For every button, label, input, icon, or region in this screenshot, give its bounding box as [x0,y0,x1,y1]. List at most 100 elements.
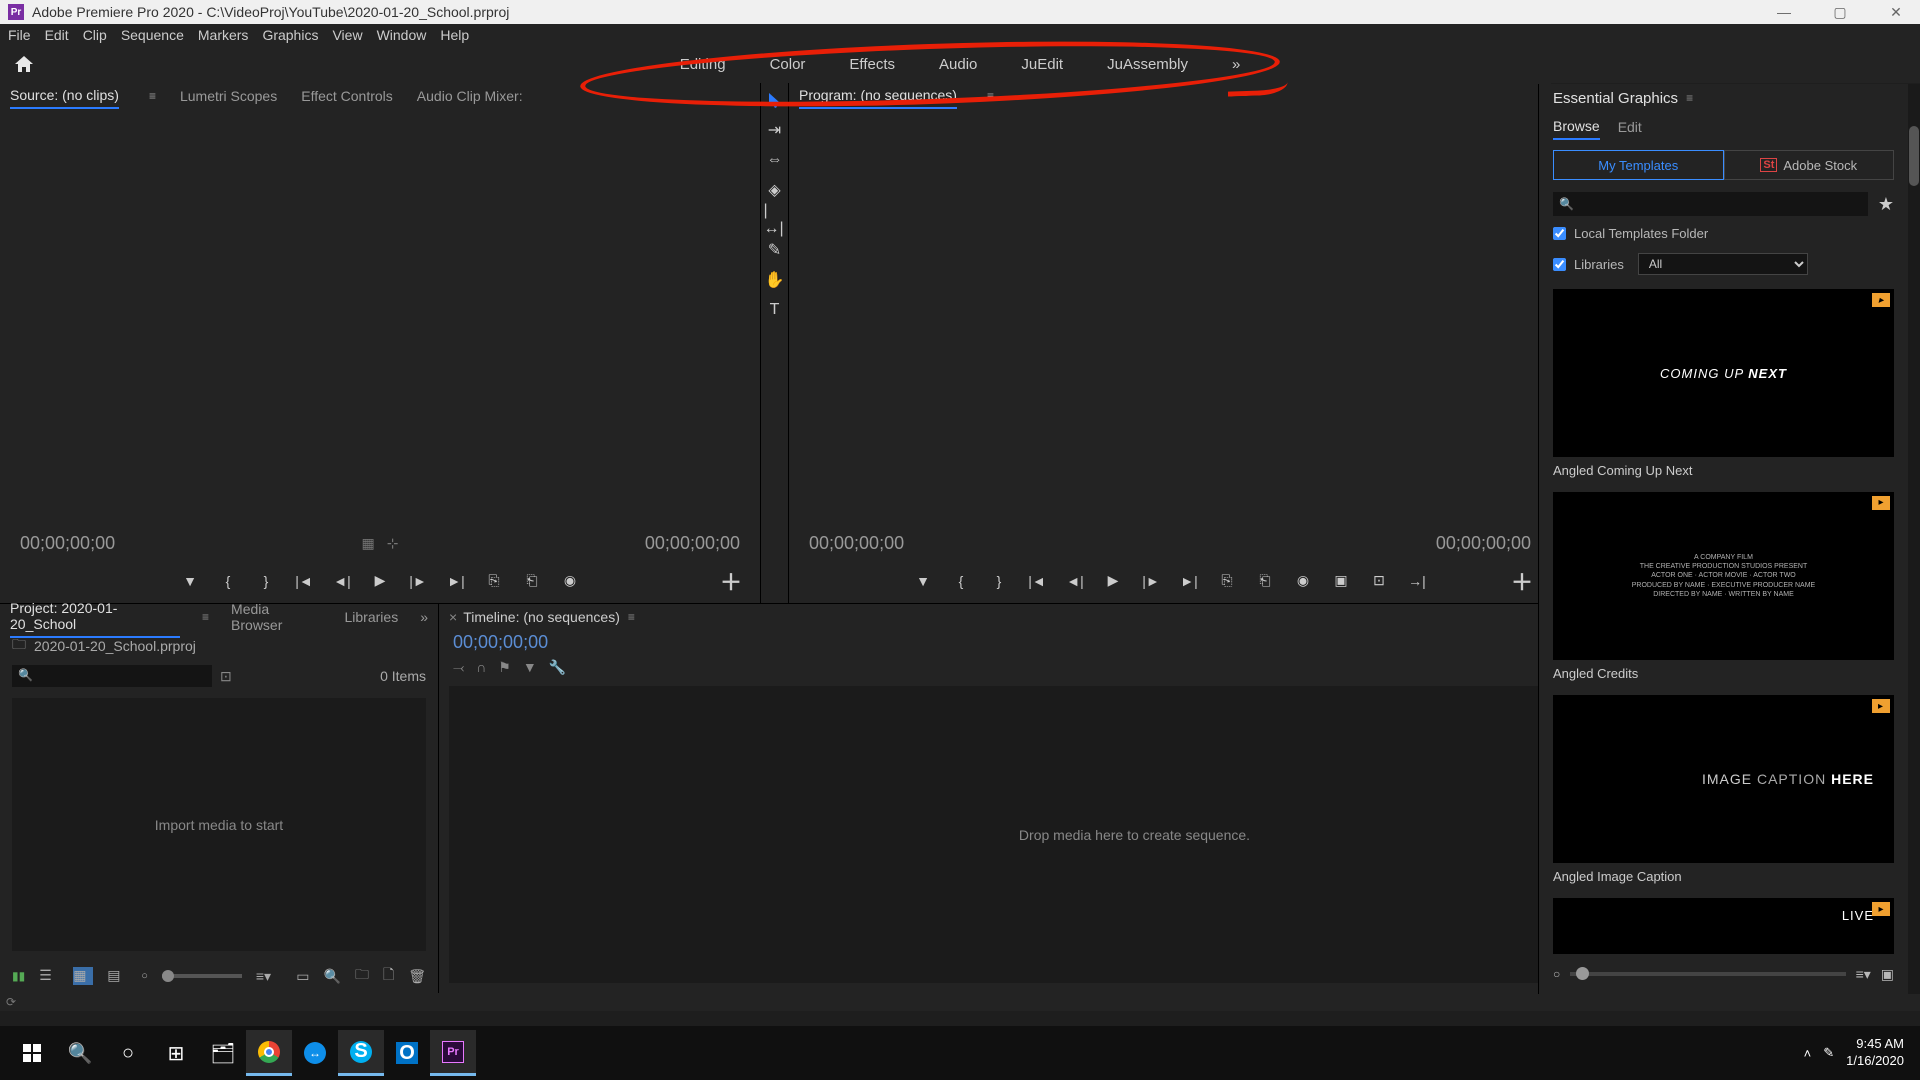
play-button[interactable]: ▶ [369,570,391,592]
menu-view[interactable]: View [332,27,362,43]
export-frame-button[interactable]: ◉ [1292,570,1314,592]
start-button[interactable] [8,1030,56,1076]
freeform-view-button[interactable]: ▤ [107,967,127,985]
icon-view-button[interactable]: ▦ [73,967,93,985]
step-fwd-button[interactable]: |► [1140,570,1162,592]
go-in-button[interactable]: |◄ [293,570,315,592]
new-layer-icon[interactable]: ▣ [1881,966,1894,983]
sort-icon[interactable]: ≡▾ [1856,966,1871,983]
snap-icon[interactable]: ⤙ [453,659,464,676]
workspace-overflow[interactable]: » [1210,46,1262,83]
menu-sequence[interactable]: Sequence [121,27,184,43]
template-item[interactable]: COMING UP NEXT▸ Angled Coming Up Next [1553,289,1894,488]
export-frame-button[interactable]: ◉ [559,570,581,592]
out-point-button[interactable]: } [255,570,277,592]
favorites-icon[interactable]: ★ [1878,194,1894,215]
tab-program[interactable]: Program: (no sequences) [799,83,957,109]
out-point-button[interactable]: } [988,570,1010,592]
check-local-templates[interactable] [1553,227,1566,240]
search-button[interactable]: 🔍 [56,1030,104,1076]
eg-source-adobe-stock[interactable]: St Adobe Stock [1724,150,1895,180]
settings-icon[interactable]: ⊹ [387,535,399,552]
btn1[interactable]: →| [1406,570,1428,592]
libraries-select[interactable]: All [1638,253,1808,275]
cortana-button[interactable]: ○ [104,1030,152,1076]
find-icon[interactable]: ⊡ [220,668,232,685]
menu-markers[interactable]: Markers [198,27,249,43]
pen-tool[interactable]: ✎ [764,239,786,261]
razor-tool[interactable]: ◈ [764,179,786,201]
overwrite-button[interactable]: ⎗ [521,570,543,592]
marker-button[interactable]: ▼ [179,570,201,592]
panel-menu-icon[interactable]: ≡ [987,89,994,103]
workspace-editing[interactable]: Editing [658,46,748,83]
track-select-tool[interactable]: ⇥ [764,119,786,141]
tab-timeline[interactable]: Timeline: (no sequences) [463,609,620,625]
go-out-button[interactable]: ►| [445,570,467,592]
fit-icon[interactable]: ▦ [362,535,375,552]
wrench-icon[interactable]: 🔧 [549,659,566,676]
task-view-button[interactable]: ⊞ [152,1030,200,1076]
eg-source-my-templates[interactable]: My Templates [1553,150,1724,180]
check-libraries[interactable] [1553,258,1566,271]
marker-button[interactable]: ▼ [912,570,934,592]
go-in-button[interactable]: |◄ [1026,570,1048,592]
lift-button[interactable]: ⎘ [1216,570,1238,592]
sort-icon[interactable]: ≡▾ [256,968,271,985]
tab-libraries[interactable]: Libraries [345,605,399,629]
tab-lumetri-scopes[interactable]: Lumetri Scopes [180,84,277,108]
button-editor[interactable]: ＋ [720,565,742,597]
workspace-audio[interactable]: Audio [917,46,999,83]
find-icon[interactable]: 🔍 [324,968,341,985]
source-monitor[interactable] [0,109,760,528]
panel-menu-icon[interactable]: ≡ [628,610,635,624]
workspace-color[interactable]: Color [748,46,828,83]
taskbar-skype[interactable]: S [338,1030,384,1076]
maximize-button[interactable]: ▢ [1824,4,1856,21]
insert-button[interactable]: ⎘ [483,570,505,592]
eg-zoom-slider[interactable] [1570,972,1845,976]
automate-icon[interactable]: ▭ [296,968,309,985]
safe-margins-button[interactable]: ⊡ [1368,570,1390,592]
taskbar-teamviewer[interactable]: ↔ [292,1030,338,1076]
slip-tool[interactable]: |↔| [764,209,786,231]
minimize-button[interactable]: — [1768,4,1800,21]
home-button[interactable] [12,52,36,76]
project-bin-area[interactable]: Import media to start [12,698,426,951]
play-button[interactable]: ▶ [1102,570,1124,592]
menu-help[interactable]: Help [440,27,469,43]
tab-effect-controls[interactable]: Effect Controls [301,84,393,108]
menu-clip[interactable]: Clip [83,27,107,43]
menu-window[interactable]: Window [377,27,427,43]
tray-overflow-icon[interactable]: ˄ [1804,1046,1812,1061]
program-monitor[interactable] [789,109,1551,528]
step-fwd-button[interactable]: |► [407,570,429,592]
close-tab-icon[interactable]: × [449,609,457,625]
rw-icon[interactable]: ▮▮ [12,969,25,983]
tab-source[interactable]: Source: (no clips) [10,83,119,109]
tray-pen-icon[interactable]: ✎ [1823,1045,1834,1061]
close-button[interactable]: ✕ [1880,4,1912,21]
list-view-button[interactable]: ☰ [39,967,59,985]
eg-search-input[interactable] [1553,192,1868,216]
eg-tab-browse[interactable]: Browse [1553,114,1600,140]
taskbar-outlook[interactable]: O [384,1030,430,1076]
panel-menu-icon[interactable]: ≡ [149,89,156,103]
menu-file[interactable]: File [8,27,31,43]
comparison-button[interactable]: ▣ [1330,570,1352,592]
taskbar-chrome[interactable] [246,1030,292,1076]
marker-icon[interactable]: ⚑ [498,659,511,676]
taskbar-premiere[interactable]: Pr [430,1030,476,1076]
type-tool[interactable]: T [764,299,786,321]
linked-selection-icon[interactable]: ∩ [476,659,486,676]
workspace-effects[interactable]: Effects [827,46,917,83]
in-point-button[interactable]: { [217,570,239,592]
scrollbar-track[interactable] [1908,84,1920,994]
selection-tool[interactable] [764,89,786,111]
tab-overflow[interactable]: » [420,609,428,625]
project-search-input[interactable] [12,665,212,687]
eg-tab-edit[interactable]: Edit [1618,115,1642,139]
hand-tool[interactable]: ✋ [764,269,786,291]
panel-menu-icon[interactable]: ≡ [1686,91,1693,105]
tab-audio-clip-mixer[interactable]: Audio Clip Mixer: [417,84,523,108]
